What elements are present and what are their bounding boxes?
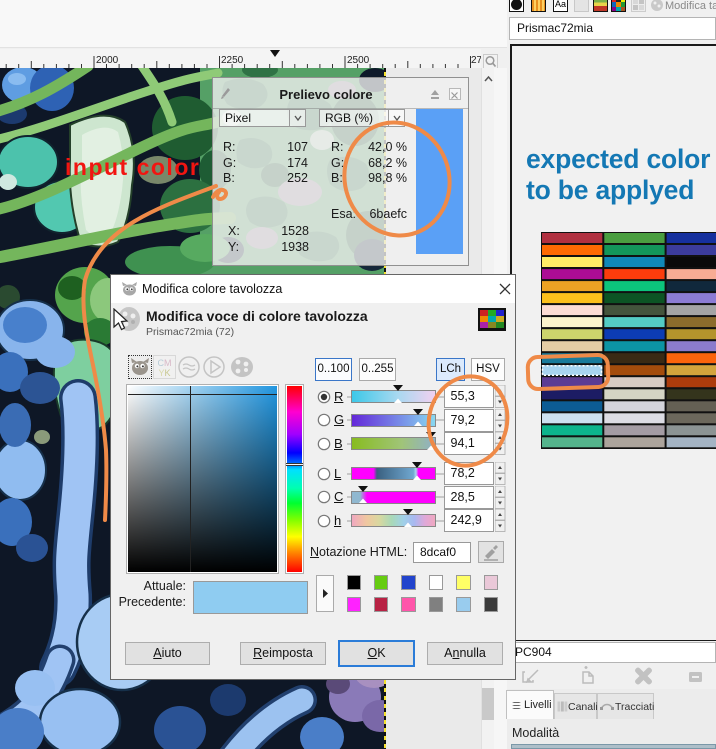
svg-text:27: 27: [471, 55, 481, 66]
svg-text:2250: 2250: [221, 55, 244, 66]
svg-text:2500: 2500: [347, 55, 370, 66]
svg-text:2000: 2000: [96, 55, 119, 66]
